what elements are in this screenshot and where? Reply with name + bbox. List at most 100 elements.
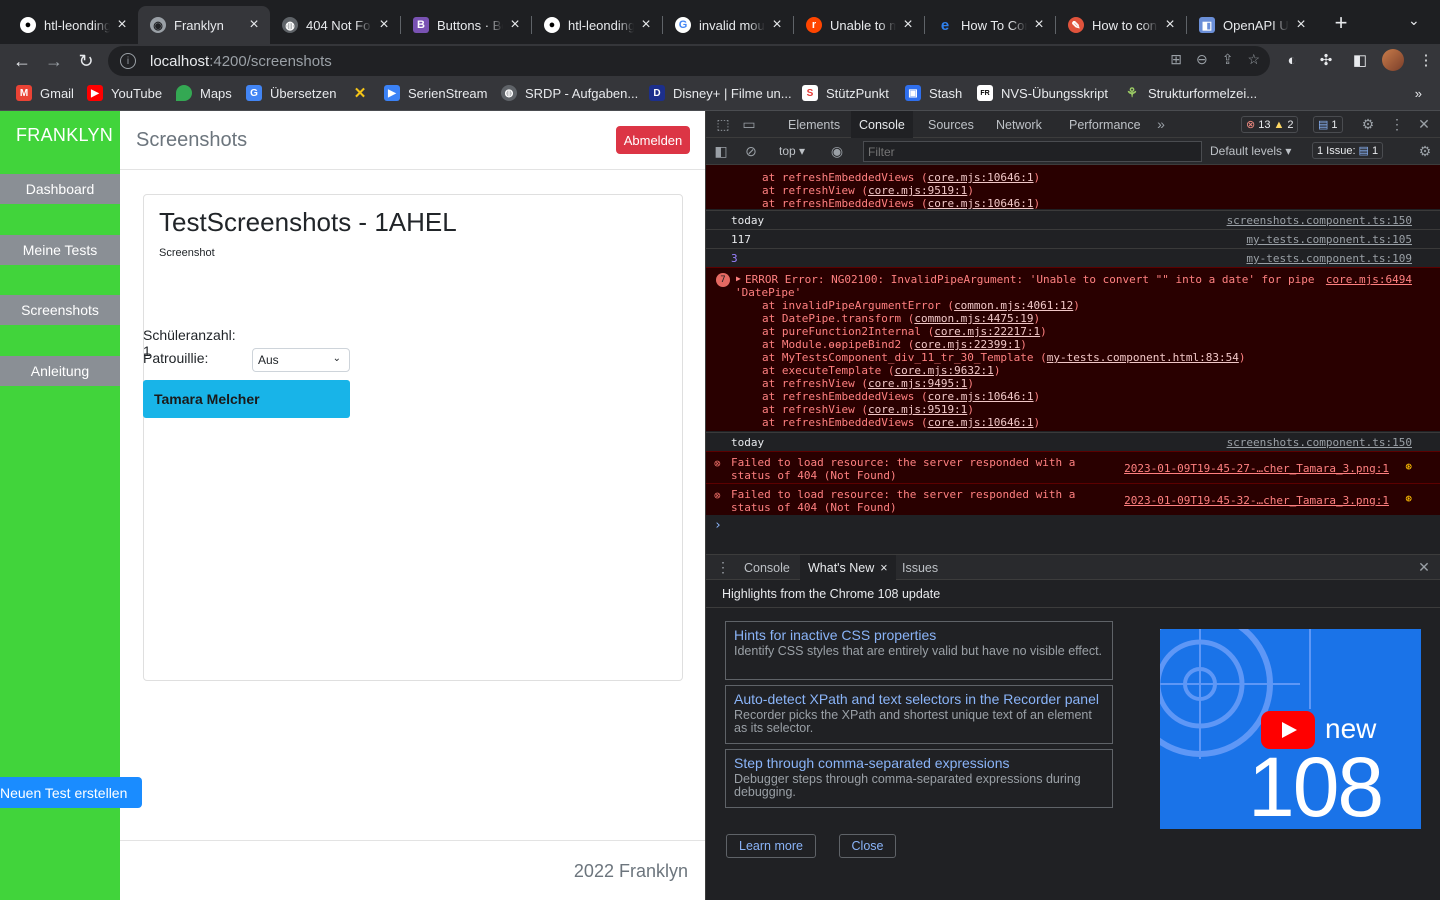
stack-source-link[interactable]: core.mjs:10646:1 (928, 197, 1034, 210)
drawer-tab-console[interactable]: Console (736, 555, 798, 580)
stack-source-link[interactable]: core.mjs:9519:1 (868, 403, 967, 416)
log-source-link[interactable]: my-tests.component.ts:109 (1246, 252, 1412, 265)
bookmark-srdp[interactable]: ◍ SRDP - Aufgaben... (501, 85, 638, 101)
whats-new-card[interactable]: Hints for inactive CSS properties Identi… (725, 621, 1113, 680)
tab-github-1[interactable]: ● htl-leonding × (8, 6, 138, 44)
stack-source-link[interactable]: core.mjs:10646:1 (928, 171, 1034, 184)
close-icon[interactable]: × (769, 16, 785, 34)
stack-source-link[interactable]: core.mjs:10646:1 (928, 416, 1034, 429)
kebab-menu-icon[interactable]: ⋮ (1388, 116, 1406, 133)
bookmark-gmail[interactable]: M Gmail (16, 85, 74, 101)
profile-avatar[interactable] (1382, 49, 1404, 71)
bookmark-disney[interactable]: D Disney+ | Filme un... (649, 85, 792, 101)
console-prompt[interactable]: › (714, 518, 722, 533)
tab-sources[interactable]: Sources (920, 111, 982, 138)
issues-button[interactable]: 1 Issue: ▤ 1 (1312, 142, 1384, 159)
tab-openapi[interactable]: ◧ OpenAPI UI × (1187, 6, 1317, 44)
logout-button[interactable]: Abmelden (616, 126, 690, 154)
stack-source-link[interactable]: common.mjs:4061:12 (954, 299, 1073, 312)
tab-bootstrap[interactable]: B Buttons · Bo × (401, 6, 531, 44)
close-icon[interactable]: × (376, 16, 392, 34)
nav-dashboard[interactable]: Dashboard (0, 174, 120, 204)
device-toolbar-icon[interactable]: ▭ (740, 116, 758, 133)
drawer-tab-issues[interactable]: Issues (894, 555, 946, 580)
tab-reddit[interactable]: r Unable to m × (794, 6, 924, 44)
side-panel-icon[interactable]: ◧ (1348, 48, 1372, 72)
forward-arrow-icon[interactable]: → (41, 48, 67, 74)
whats-new-video-thumbnail[interactable]: new 108 (1160, 629, 1421, 829)
new-tab-icon[interactable]: + (1330, 10, 1352, 36)
back-arrow-icon[interactable]: ← (9, 48, 35, 74)
star-icon[interactable]: ☆ (1247, 51, 1260, 68)
whats-new-card[interactable]: Step through comma-separated expressions… (725, 749, 1113, 808)
address-bar[interactable]: i localhost:4200/screenshots ⊞ ⊖ ⇪ ☆ (108, 46, 1270, 76)
error-warning-badge[interactable]: ⊗ 13 ▲ 2 (1241, 116, 1299, 133)
stack-source-link[interactable]: my-tests.component.html:83:54 (1047, 351, 1239, 364)
bookmark-youtube[interactable]: ▶ YouTube (87, 85, 162, 101)
clear-console-icon[interactable]: ⊘ (742, 143, 760, 160)
bookmark-x[interactable]: ✕ (352, 85, 376, 102)
close-drawer-icon[interactable]: ✕ (1415, 559, 1433, 576)
info-badge[interactable]: ▤ 1 (1313, 116, 1343, 133)
bookmark-stuetzpunkt[interactable]: S StützPunkt (802, 85, 889, 101)
nav-meine-tests[interactable]: Meine Tests (0, 235, 120, 265)
patrol-select[interactable]: Aus ⌄ (252, 348, 350, 372)
bookmark-stash[interactable]: ▣ Stash (905, 85, 962, 101)
stack-source-link[interactable]: core.mjs:9495:1 (868, 377, 967, 390)
stack-source-link[interactable]: common.mjs:4475:19 (914, 312, 1033, 325)
bookmark-translate[interactable]: G Übersetzen (246, 85, 336, 101)
log-source-link[interactable]: screenshots.component.ts:150 (1227, 214, 1412, 227)
console-filter-input[interactable] (863, 141, 1202, 162)
share-icon[interactable]: ⇪ (1222, 51, 1234, 68)
nav-anleitung[interactable]: Anleitung (0, 356, 120, 386)
screenshot-image[interactable]: Screenshot (159, 247, 215, 259)
console-error-message[interactable]: 7 ▶ ERROR Error: NG02100: InvalidPipeArg… (706, 267, 1440, 431)
error-source-link[interactable]: 2023-01-09T19-45-32-…cher_Tamara_3.png:1 (1124, 494, 1389, 507)
stack-source-link[interactable]: core.mjs:22217:1 (934, 325, 1040, 338)
brand-logo[interactable]: FRANKLYN (16, 125, 113, 146)
close-icon[interactable]: × (507, 16, 523, 34)
close-icon[interactable]: × (1162, 16, 1178, 34)
whats-new-card[interactable]: Auto-detect XPath and text selectors in … (725, 685, 1113, 744)
tab-howto-1[interactable]: e How To Con × (925, 6, 1055, 44)
close-icon[interactable]: × (114, 16, 130, 34)
bookmark-serienstream[interactable]: ▶ SerienStream (384, 85, 487, 101)
error-source-link[interactable]: 2023-01-09T19-45-27-…cher_Tamara_3.png:1 (1124, 462, 1389, 475)
tab-network[interactable]: Network (988, 111, 1050, 138)
tab-performance[interactable]: Performance (1061, 111, 1149, 138)
inspect-icon[interactable]: ⬚ (714, 116, 732, 133)
extension-icon[interactable]: ◐ (1280, 48, 1304, 72)
tab-elements[interactable]: Elements (780, 111, 848, 138)
network-request-icon[interactable]: ⊛ (1405, 460, 1412, 473)
stack-source-link[interactable]: core.mjs:10646:1 (928, 390, 1034, 403)
reload-icon[interactable]: ↻ (73, 48, 99, 74)
sidebar-toggle-icon[interactable]: ◧ (712, 143, 730, 160)
close-button[interactable]: Close (839, 834, 896, 858)
url-text[interactable]: localhost:4200/screenshots (150, 53, 332, 70)
close-devtools-icon[interactable]: ✕ (1415, 116, 1433, 133)
tab-404[interactable]: ◍ 404 Not Fo × (270, 6, 400, 44)
tab-google[interactable]: Ginvalid mou × (663, 6, 793, 44)
tab-search-chevron-icon[interactable]: ⌄ (1408, 12, 1420, 29)
expand-triangle-icon[interactable]: ▶ (736, 274, 741, 283)
learn-more-button[interactable]: Learn more (726, 834, 816, 858)
context-select[interactable]: top ▾ (779, 144, 805, 158)
log-source-link[interactable]: my-tests.component.ts:105 (1246, 233, 1412, 246)
close-icon[interactable]: × (880, 561, 887, 575)
close-icon[interactable]: × (1293, 16, 1309, 34)
stack-source-link[interactable]: core.mjs:9519:1 (868, 184, 967, 197)
close-icon[interactable]: × (246, 16, 262, 34)
zoom-icon[interactable]: ⊖ (1196, 51, 1208, 68)
more-bookmarks-icon[interactable]: » (1415, 86, 1422, 101)
tab-github-2[interactable]: ● htl-leonding × (532, 6, 662, 44)
settings-gear-icon[interactable]: ⚙ (1359, 116, 1377, 133)
puzzle-icon[interactable]: ✣ (1314, 48, 1338, 72)
log-source-link[interactable]: screenshots.component.ts:150 (1227, 436, 1412, 449)
nav-screenshots[interactable]: Screenshots (0, 295, 120, 325)
eye-icon[interactable]: ◉ (828, 143, 846, 160)
console-settings-icon[interactable]: ⚙ (1416, 143, 1434, 160)
info-icon[interactable]: i (120, 53, 136, 69)
bookmark-maps[interactable]: Maps (176, 85, 232, 101)
close-icon[interactable]: × (900, 16, 916, 34)
more-tabs-icon[interactable]: » (1152, 116, 1170, 132)
